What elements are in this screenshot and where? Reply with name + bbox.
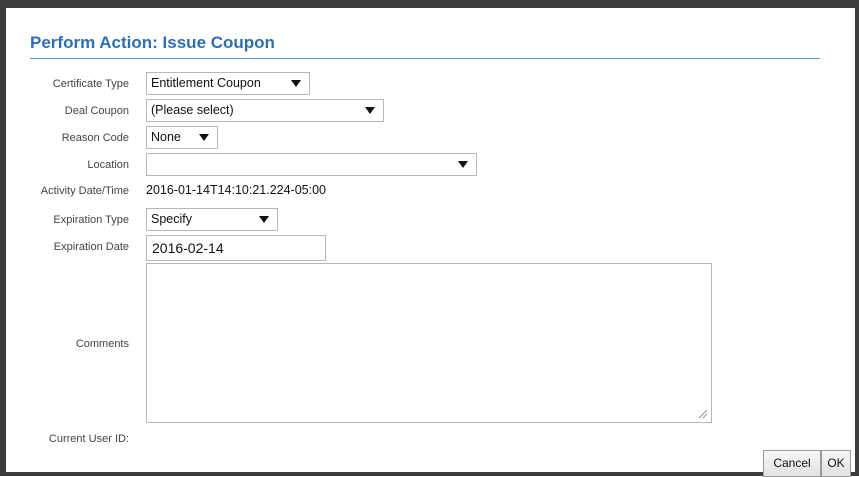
chevron-down-icon: [365, 107, 375, 114]
deal-coupon-select[interactable]: (Please select): [146, 99, 384, 122]
dialog-title: Perform Action: Issue Coupon: [30, 32, 820, 59]
certificate-type-value: Entitlement Coupon: [151, 76, 261, 90]
deal-coupon-value: (Please select): [151, 103, 234, 117]
expiration-type-value: Specify: [151, 212, 192, 226]
activity-datetime-label: Activity Date/Time: [40, 185, 129, 197]
location-select[interactable]: [146, 153, 477, 176]
resize-grip-icon[interactable]: [699, 410, 707, 418]
activity-datetime-value: 2016-01-14T14:10:21.224-05:00: [146, 183, 327, 197]
comments-label: Comments: [75, 338, 129, 350]
location-label: Location: [87, 159, 129, 171]
reason-code-value: None: [151, 130, 181, 144]
reason-code-select[interactable]: None: [146, 126, 218, 149]
expiration-date-input[interactable]: 2016-02-14: [146, 235, 326, 261]
reason-code-label: Reason Code: [61, 132, 129, 144]
cancel-button[interactable]: Cancel: [763, 450, 821, 477]
expiration-date-label: Expiration Date: [53, 241, 129, 253]
ok-button[interactable]: OK: [821, 450, 851, 477]
deal-coupon-label: Deal Coupon: [64, 105, 129, 117]
chevron-down-icon: [199, 134, 209, 141]
expiration-type-label: Expiration Type: [53, 214, 129, 226]
certificate-type-label: Certificate Type: [52, 78, 129, 90]
current-user-id-label: Current User ID:: [48, 433, 129, 445]
chevron-down-icon: [259, 216, 269, 223]
dialog-frame: Perform Action: Issue Coupon Certificate…: [0, 0, 859, 477]
chevron-down-icon: [291, 80, 301, 87]
comments-textarea[interactable]: [146, 263, 712, 423]
certificate-type-select[interactable]: Entitlement Coupon: [146, 72, 310, 95]
chevron-down-icon: [458, 161, 468, 168]
expiration-type-select[interactable]: Specify: [146, 208, 278, 231]
